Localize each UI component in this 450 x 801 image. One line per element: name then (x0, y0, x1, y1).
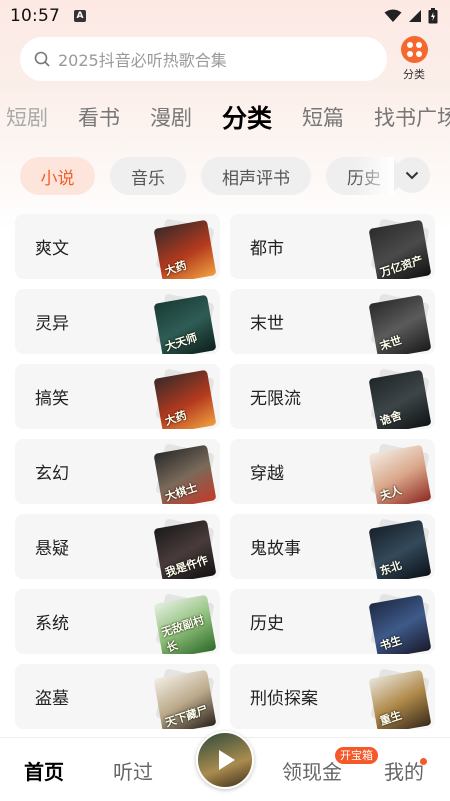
cover-title: 大棋士 (163, 481, 199, 504)
signal-icon (409, 10, 421, 22)
category-label: 刑侦探案 (250, 689, 318, 709)
wifi-icon (384, 9, 402, 22)
category-card[interactable]: 都市 万亿资产 (230, 214, 435, 279)
play-icon (219, 750, 235, 770)
category-label: 都市 (250, 239, 284, 259)
category-label: 鬼故事 (250, 539, 301, 559)
book-cover: 东北 (368, 519, 432, 579)
book-cover: 天下藏尸 (153, 669, 217, 729)
cover-title: 诡舍 (378, 408, 404, 428)
search-row: 2025抖音必听热歌合集 分类 (20, 36, 434, 82)
category-card[interactable]: 穿越 夫人 (230, 439, 435, 504)
cover-title: 末世 (378, 333, 404, 353)
book-cover: 万亿资产 (368, 219, 432, 279)
chevron-down-icon (405, 171, 419, 179)
cover-title: 大天师 (163, 331, 199, 354)
cover-title: 无敌副村长 (159, 613, 206, 654)
player-button[interactable] (196, 731, 254, 789)
book-cover: 大天师 (153, 294, 217, 354)
chips-fade (354, 157, 394, 195)
cover-title: 我是仵作 (163, 553, 210, 579)
cover-title: 大药 (163, 408, 189, 428)
status-time: 10:57 (10, 6, 60, 26)
tab-comic-drama[interactable]: 漫剧 (150, 102, 192, 132)
chip-novel[interactable]: 小说 (20, 157, 95, 195)
cover-title: 重生 (378, 708, 404, 728)
search-icon (34, 51, 50, 67)
cover-title: 东北 (378, 558, 404, 578)
treasure-badge: 开宝箱 (335, 747, 378, 764)
category-label: 盗墓 (35, 689, 69, 709)
category-label: 灵异 (35, 314, 69, 334)
tab-short-story[interactable]: 短篇 (302, 102, 344, 132)
status-bar: 10:57 A (0, 0, 450, 32)
search-placeholder: 2025抖音必听热歌合集 (58, 51, 227, 70)
book-cover: 诡舍 (368, 369, 432, 429)
sub-category-chips: 小说 音乐 相声评书 历史 (20, 157, 450, 195)
category-label: 末世 (250, 314, 284, 334)
top-tabs: 短剧 看书 漫剧 分类 短篇 找书广场 (0, 96, 450, 138)
tab-read[interactable]: 看书 (78, 102, 120, 132)
category-card[interactable]: 玄幻 大棋士 (15, 439, 220, 504)
search-input[interactable]: 2025抖音必听热歌合集 (20, 37, 387, 81)
tab-book-square[interactable]: 找书广场 (374, 102, 450, 132)
chip-music[interactable]: 音乐 (110, 157, 186, 195)
battery-icon (428, 8, 438, 24)
category-button[interactable]: 分类 (394, 36, 434, 82)
book-cover: 书生 (368, 594, 432, 654)
nav-earn-cash[interactable]: 领现金 (282, 756, 342, 785)
category-label: 爽文 (35, 239, 69, 259)
book-cover: 末世 (368, 294, 432, 354)
category-card[interactable]: 历史 书生 (230, 589, 435, 654)
book-cover: 大药 (153, 369, 217, 429)
category-card[interactable]: 鬼故事 东北 (230, 514, 435, 579)
nav-listened[interactable]: 听过 (113, 756, 153, 785)
category-card[interactable]: 灵异 大天师 (15, 289, 220, 354)
category-label: 无限流 (250, 389, 301, 409)
book-cover: 我是仵作 (153, 519, 217, 579)
book-cover: 无敌副村长 (153, 594, 217, 654)
tab-short-drama[interactable]: 短剧 (6, 102, 48, 132)
bottom-nav: 首页 听过 领现金 开宝箱 我的 (0, 731, 450, 801)
expand-chips-button[interactable] (394, 157, 430, 193)
grid-icon (400, 36, 428, 63)
status-icons (384, 8, 438, 24)
category-card[interactable]: 无限流 诡舍 (230, 364, 435, 429)
cover-title: 大药 (163, 258, 189, 278)
cover-title: 书生 (378, 633, 404, 653)
cover-title: 夫人 (378, 483, 404, 503)
notification-icon: A (74, 10, 86, 22)
tab-category[interactable]: 分类 (222, 99, 272, 135)
book-cover: 夫人 (368, 444, 432, 504)
notification-dot (420, 758, 427, 765)
nav-mine[interactable]: 我的 (384, 756, 424, 785)
chip-crosstalk[interactable]: 相声评书 (201, 157, 311, 195)
book-cover: 大药 (153, 219, 217, 279)
book-cover: 重生 (368, 669, 432, 729)
category-label: 搞笑 (35, 389, 69, 409)
category-card[interactable]: 悬疑 我是仵作 (15, 514, 220, 579)
category-label: 历史 (250, 614, 284, 634)
nav-home[interactable]: 首页 (24, 756, 64, 785)
category-label: 悬疑 (35, 539, 69, 559)
category-grid: 爽文 大药 都市 万亿资产 灵异 大天师 末世 末世 搞笑 大药 无限流 诡舍 … (15, 214, 435, 729)
category-card[interactable]: 系统 无敌副村长 (15, 589, 220, 654)
cover-title: 天下藏尸 (163, 703, 210, 729)
category-label: 穿越 (250, 464, 284, 484)
cover-title: 万亿资产 (378, 253, 425, 279)
category-card[interactable]: 搞笑 大药 (15, 364, 220, 429)
category-card[interactable]: 盗墓 天下藏尸 (15, 664, 220, 729)
category-label: 玄幻 (35, 464, 69, 484)
category-card[interactable]: 爽文 大药 (15, 214, 220, 279)
book-cover: 大棋士 (153, 444, 217, 504)
category-card[interactable]: 刑侦探案 重生 (230, 664, 435, 729)
category-card[interactable]: 末世 末世 (230, 289, 435, 354)
category-button-label: 分类 (403, 68, 425, 81)
category-label: 系统 (35, 614, 69, 634)
